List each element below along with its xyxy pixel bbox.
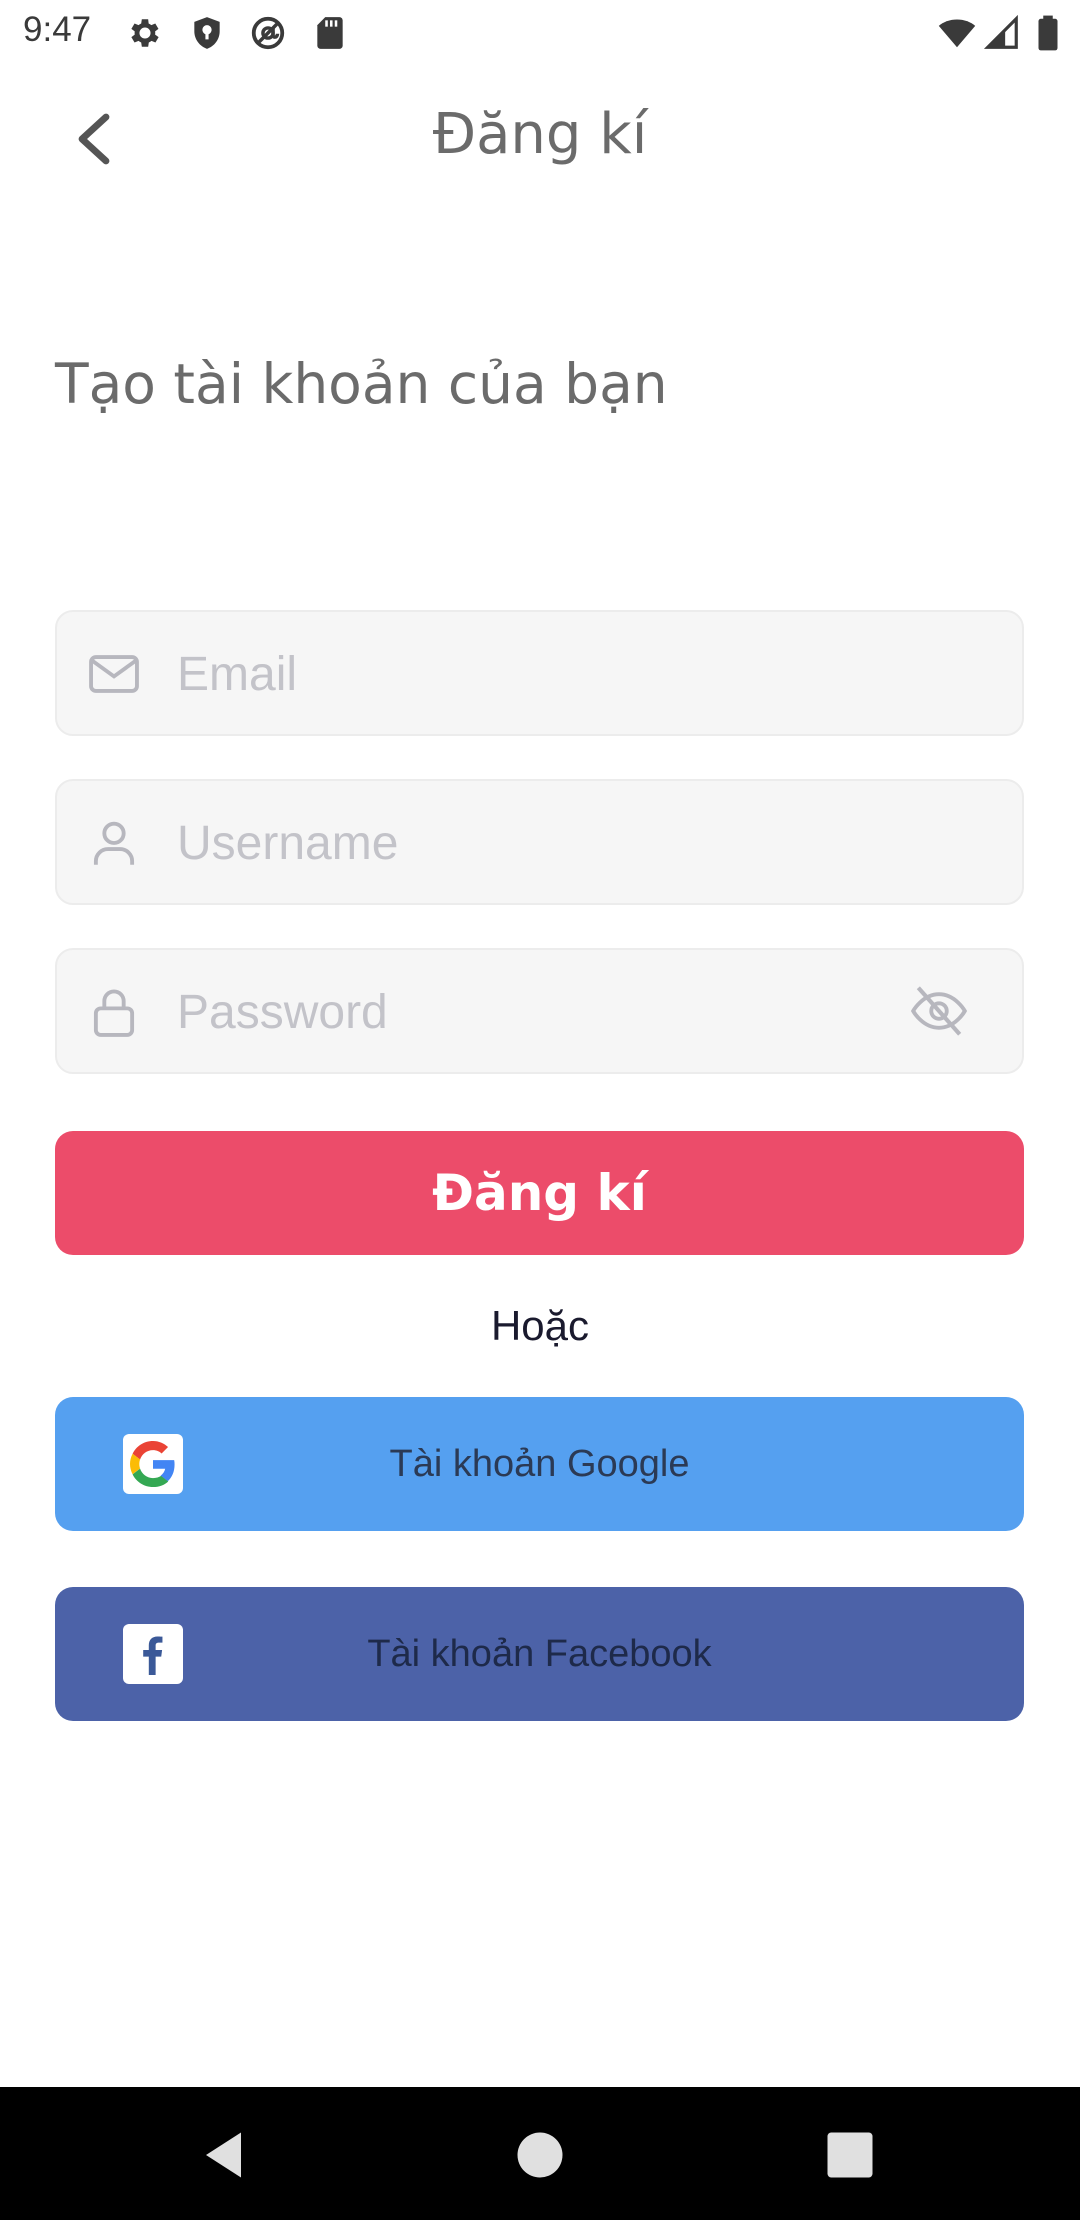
at-icon (251, 16, 285, 50)
gear-icon (131, 19, 159, 47)
google-login-label: Tài khoản Google (389, 1443, 690, 1485)
mail-icon (89, 655, 139, 693)
page-subtitle: Tạo tài khoản của bạn (55, 352, 668, 416)
nav-home-icon[interactable] (510, 2125, 570, 2185)
eye-off-icon[interactable] (906, 980, 972, 1042)
signup-button[interactable]: Đăng kí (55, 1131, 1024, 1255)
sd-card-icon (317, 17, 343, 49)
username-input[interactable] (175, 781, 919, 905)
nav-recents-icon[interactable] (820, 2125, 880, 2185)
email-field[interactable] (55, 610, 1024, 736)
facebook-login-button[interactable]: Tài khoản Facebook (55, 1587, 1024, 1721)
shield-icon (194, 17, 220, 49)
password-field[interactable] (55, 948, 1024, 1074)
facebook-login-label: Tài khoản Facebook (367, 1633, 712, 1675)
user-icon (93, 821, 135, 865)
battery-icon (1038, 15, 1058, 51)
status-time: 9:47 (23, 10, 92, 49)
page-title: Đăng kí (432, 102, 648, 167)
signal-icon (983, 14, 1018, 49)
status-bar: 9:47 (0, 0, 1080, 66)
password-input[interactable] (175, 950, 919, 1074)
wifi-icon (938, 19, 976, 48)
email-input[interactable] (175, 612, 919, 736)
lock-icon (93, 989, 135, 1037)
divider-text: Hoặc (490, 1302, 590, 1349)
username-field[interactable] (55, 779, 1024, 905)
nav-back-icon[interactable] (196, 2125, 256, 2185)
navigation-bar (0, 2087, 1080, 2220)
google-login-button[interactable]: Tài khoản Google (55, 1397, 1024, 1531)
